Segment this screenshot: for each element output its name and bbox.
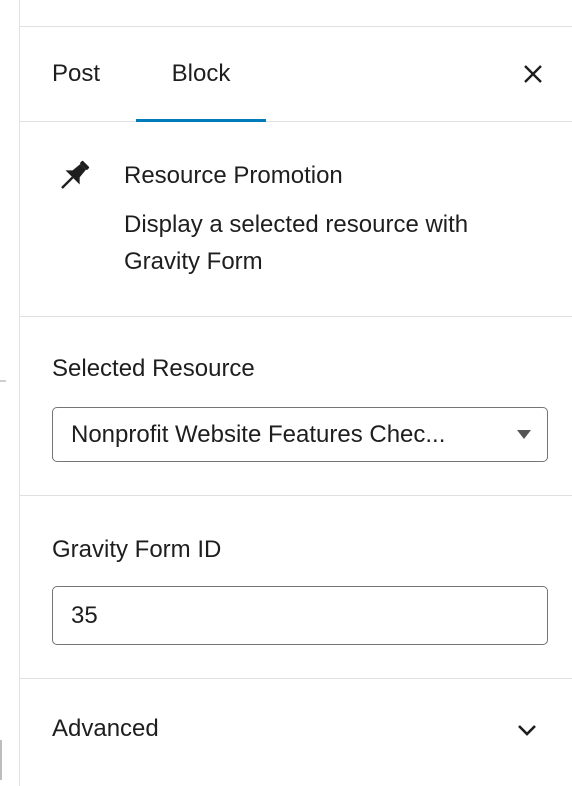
close-button[interactable] [518, 59, 548, 89]
block-description: Display a selected resource with Gravity… [124, 211, 469, 275]
tab-block[interactable]: Block [136, 27, 266, 122]
block-card: Resource Promotion Display a selected re… [20, 122, 572, 317]
selected-resource-label: Selected Resource [52, 355, 255, 382]
sidebar-tabs: Post Block [20, 27, 572, 122]
dropdown-arrow-icon [517, 430, 531, 439]
advanced-panel-toggle[interactable]: Advanced [20, 679, 572, 779]
gravity-form-id-input[interactable]: 35 [52, 586, 548, 645]
advanced-label: Advanced [52, 715, 159, 742]
tab-post-label: Post [52, 60, 101, 87]
gravity-form-id-value: 35 [71, 602, 98, 629]
selected-resource-value: Nonprofit Website Features Chec... [71, 421, 446, 448]
selected-resource-select[interactable]: Nonprofit Website Features Chec... [52, 407, 548, 462]
gravity-form-id-label: Gravity Form ID [52, 536, 222, 563]
canvas-fragment [0, 740, 2, 780]
gravity-form-panel: Gravity Form ID 35 [20, 496, 572, 679]
tab-post[interactable]: Post [52, 27, 100, 121]
chevron-down-icon [518, 725, 536, 736]
canvas-fragment [0, 380, 6, 382]
settings-sidebar: Post Block Resource Promotion Display a … [20, 27, 572, 786]
editor-canvas-edge [0, 0, 19, 786]
selected-resource-panel: Selected Resource Nonprofit Website Feat… [20, 317, 572, 496]
close-icon [524, 65, 542, 83]
tab-block-label: Block [171, 60, 231, 87]
pin-icon [61, 160, 90, 189]
block-title: Resource Promotion [124, 162, 343, 189]
